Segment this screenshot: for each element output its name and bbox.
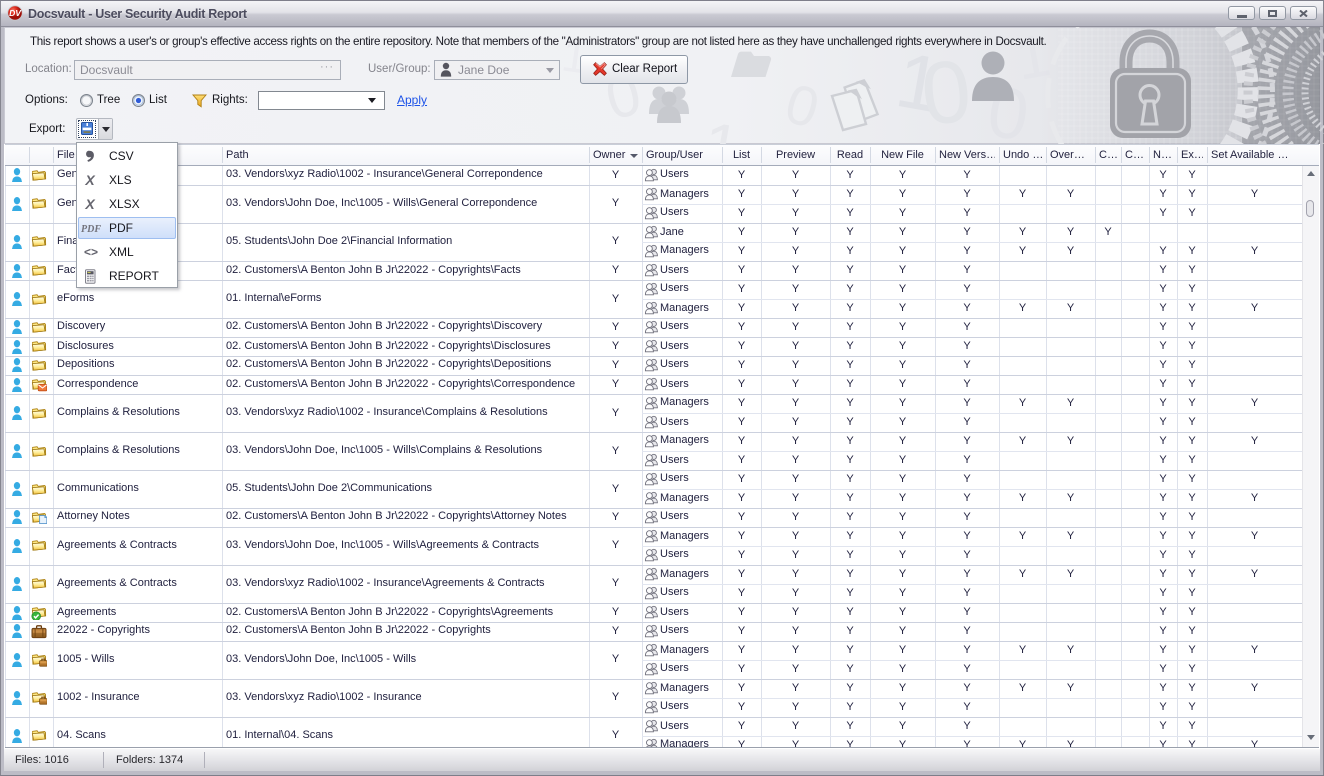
svg-text:0: 0: [779, 71, 826, 140]
svg-text:PDF: PDF: [81, 224, 101, 235]
svg-text:<>: <>: [84, 245, 98, 259]
svg-text:X: X: [84, 197, 96, 211]
svg-text:DV: DV: [9, 8, 22, 18]
svg-text:1: 1: [698, 108, 746, 144]
svg-text:0: 0: [917, 40, 976, 144]
svg-text:X: X: [84, 173, 96, 187]
